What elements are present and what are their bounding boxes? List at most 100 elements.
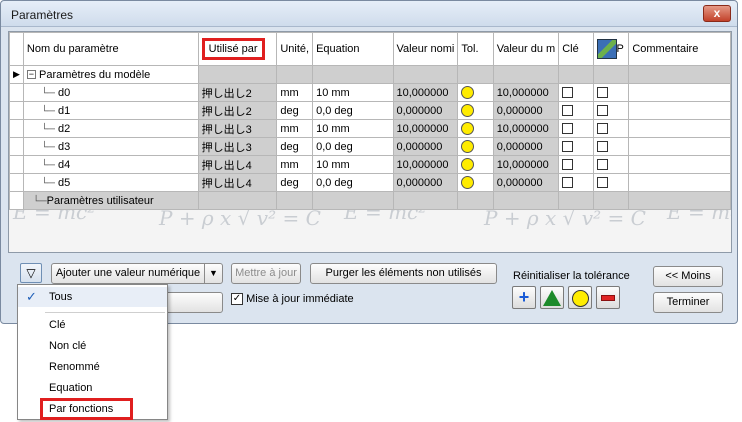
purge-unused-button[interactable]: Purger les éléments non utilisés [310,263,497,284]
median-tolerance-button[interactable] [540,286,564,309]
table-row[interactable]: └─ d1 押し出し2 deg 0,0 deg 0,000000 0,00000… [9,101,731,120]
tolerance-icon[interactable] [461,104,475,117]
filter-menu-item-non-key[interactable]: Non clé [18,336,167,356]
param-name: d0 [58,86,71,99]
group-row-user[interactable]: └─Paramètres utilisateur [9,191,731,210]
upper-tolerance-button[interactable]: + [512,286,536,309]
equation-cell[interactable]: 10 mm [312,155,394,174]
group-cell[interactable]: − Paramètres du modèle [22,65,199,84]
less-button[interactable]: << Moins [653,266,723,287]
equation-cell[interactable]: 10 mm [312,119,394,138]
column-header-name[interactable]: Nom du paramètre [22,32,199,66]
unit-cell[interactable]: mm [276,155,314,174]
immediate-update-option[interactable]: ✓ Mise à jour immédiate [231,293,354,306]
unit-cell[interactable]: mm [276,83,314,102]
column-header-export[interactable]: P [592,32,630,66]
param-name: d2 [58,122,71,135]
export-checkbox[interactable] [596,105,608,117]
column-header-comment[interactable]: Commentaire [628,32,731,66]
export-parameter-icon [596,39,617,59]
param-name: d4 [58,158,71,171]
param-name: d3 [58,140,71,153]
filter-menu-item-all[interactable]: ✓ Tous [18,287,167,307]
column-header-unit[interactable]: Unité, [276,32,314,66]
column-header-key[interactable]: Clé [558,32,594,66]
unit-cell[interactable]: deg [276,101,314,120]
add-numeric-label: Ajouter une valeur numérique [55,267,201,279]
collapse-icon[interactable]: − [26,70,36,80]
close-button[interactable]: x [703,5,731,22]
model-value-cell: 10,000000 [492,119,560,138]
param-name: d1 [58,104,71,117]
key-checkbox[interactable] [562,123,574,135]
table-row[interactable]: └─ d2 押し出し3 mm 10 mm 10,000000 10,000000 [9,119,731,138]
comment-cell[interactable] [628,83,731,102]
chevron-down-icon[interactable]: ▼ [204,264,222,283]
table-row[interactable]: └─ d3 押し出し3 deg 0,0 deg 0,000000 0,00000… [9,137,731,156]
nominal-tolerance-button[interactable] [568,286,592,309]
column-header-model-value[interactable]: Valeur du m [492,32,560,66]
table-row[interactable]: └─ d4 押し出し4 mm 10 mm 10,000000 10,000000 [9,155,731,174]
column-header-tolerance[interactable]: Tol. [457,32,494,66]
filter-menu-item-key[interactable]: Clé [18,315,167,335]
comment-cell[interactable] [628,173,731,192]
nominal-value-cell: 10,000000 [392,119,459,138]
tolerance-icon[interactable] [461,158,475,171]
model-value-cell: 0,000000 [492,137,560,156]
row-selector-arrow[interactable]: ▶ [9,65,24,84]
key-checkbox[interactable] [562,105,574,117]
tree-branch-icon: └─ [26,195,47,207]
column-header-equation[interactable]: Equation [312,32,394,66]
table-row[interactable]: └─ d0 押し出し2 mm 10 mm 10,000000 10,000000 [9,83,731,102]
export-checkbox[interactable] [596,177,608,189]
menu-divider [45,312,165,313]
filter-menu-item-equation[interactable]: Equation [18,378,167,398]
comment-cell[interactable] [628,155,731,174]
unit-cell[interactable]: deg [276,137,314,156]
minus-icon [601,295,615,302]
lower-tolerance-button[interactable] [596,286,620,309]
update-button[interactable]: Mettre à jour [231,263,301,284]
tolerance-icon[interactable] [461,86,475,99]
filter-menu-item-renamed[interactable]: Renommé [18,357,167,377]
column-header-used-by[interactable]: Utilisé par [197,32,278,66]
export-checkbox[interactable] [596,159,608,171]
export-checkbox[interactable] [596,87,608,99]
comment-cell[interactable] [628,119,731,138]
tree-branch-icon: └─ [26,123,55,135]
filter-button[interactable]: ▽ [20,263,42,283]
immediate-update-label: Mise à jour immédiate [246,293,354,305]
equation-cell[interactable]: 0,0 deg [312,101,394,120]
equation-cell[interactable]: 10 mm [312,83,394,102]
key-checkbox[interactable] [562,177,574,189]
unit-cell[interactable]: deg [276,173,314,192]
title-bar: Paramètres x [1,1,737,27]
group-row-model[interactable]: ▶ − Paramètres du modèle [9,65,731,84]
triangle-icon [543,290,561,307]
export-checkbox[interactable] [596,141,608,153]
comment-cell[interactable] [628,137,731,156]
tolerance-icon[interactable] [461,176,475,189]
dialog-title: Paramètres [11,8,74,22]
equation-cell[interactable]: 0,0 deg [312,173,394,192]
funnel-icon: ▽ [26,266,36,280]
export-checkbox[interactable] [596,123,608,135]
used-by-cell: 押し出し2 [197,101,278,120]
table-row[interactable]: └─ d5 押し出し4 deg 0,0 deg 0,000000 0,00000… [9,173,731,192]
used-by-cell: 押し出し4 [197,173,278,192]
finish-button[interactable]: Terminer [653,292,723,313]
row-indicator-header [9,32,24,66]
unit-cell[interactable]: mm [276,119,314,138]
tolerance-icon[interactable] [461,122,475,135]
equation-cell[interactable]: 0,0 deg [312,137,394,156]
comment-cell[interactable] [628,101,731,120]
column-header-nominal[interactable]: Valeur nomi [392,32,459,66]
key-checkbox[interactable] [562,87,574,99]
tolerance-icon[interactable] [461,140,475,153]
used-by-cell: 押し出し2 [197,83,278,102]
immediate-update-checkbox[interactable]: ✓ [231,293,243,306]
key-checkbox[interactable] [562,159,574,171]
add-numeric-button[interactable]: Ajouter une valeur numérique ▼ [51,263,223,284]
key-checkbox[interactable] [562,141,574,153]
parameters-dialog: Paramètres x E = mc² P + ρ x √ v² = C E … [0,0,738,324]
